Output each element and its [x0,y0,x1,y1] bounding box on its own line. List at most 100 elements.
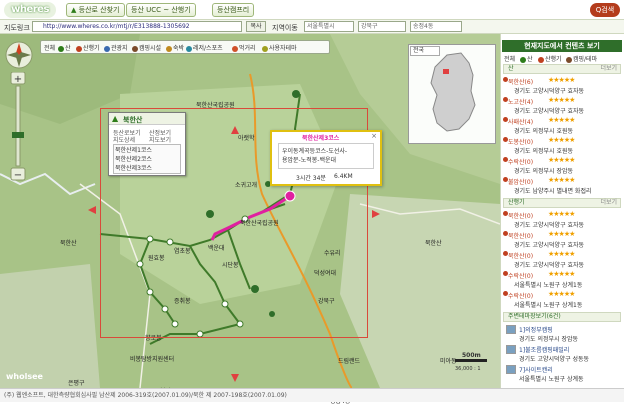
item-name[interactable]: 사패산(4) [508,117,533,126]
sidebar-section-header: 주변테마장보기(6건) [503,312,621,322]
item-location: 경기도 의정부시 장암동 [519,336,579,343]
zoom-slider[interactable]: + − [8,72,28,182]
svg-text:−: − [14,170,22,181]
copy-button[interactable]: 복사 [246,21,266,32]
rating-stars-icon: ★★★★★ [548,116,575,124]
bed-icon [166,45,172,52]
popup-title: 북한산제3코스 [302,135,340,142]
list-item[interactable]: 북한산(0) ★★★★★ 경기도 고양시덕양구 효자동 [503,250,620,270]
korea-overview-map[interactable] [408,44,496,144]
filter-leisure[interactable]: 레저/스포츠 [186,43,223,52]
filter-lodging[interactable]: 숙박 [166,43,184,52]
item-name[interactable]: 수락산(0) [508,157,533,166]
item-location: 경기도 고양시덕양구 효자동 [514,222,585,229]
rating-stars-icon: ★★★★★ [548,250,575,258]
menu-camp[interactable]: 등산캠프리 [212,3,255,17]
list-item[interactable]: 노고산(4) ★★★★★ 경기도 고양시덕양구 효자동 [503,96,620,116]
item-name[interactable]: 북한산(0) [508,211,533,220]
sports-icon [186,45,192,52]
rating-stars-icon: ★★★★★ [548,136,575,144]
food-icon [232,45,238,52]
item-location: 경기도 고양시덕양구 효자동 [514,88,585,95]
list-item[interactable]: 1]불조름캠핑패밀리 경기도 고양시덕양구 성동동 [504,344,620,364]
list-item[interactable]: 북한산(6) ★★★★★ 경기도 고양시덕양구 효자동 [503,76,620,96]
item-location: 서울특별시 노원구 상계1동 [514,302,583,309]
rating-stars-icon: ★★★★★ [548,230,575,238]
tent-icon [566,56,572,63]
filter-camping[interactable]: 캠핑시설 [132,43,161,52]
region-select-1[interactable]: 서울특별시 [304,21,354,32]
korea-map-label: 전국 [410,46,440,56]
item-name[interactable]: 1]불조름캠핑패밀리 [519,345,569,354]
sidebar-section-header: 산 더보기 [503,64,621,74]
filter-user-theme[interactable]: 사용자테마 [262,43,297,52]
link-map-detail[interactable]: 지도상세 [113,135,135,144]
item-name[interactable]: 북한산(6) [508,77,533,86]
rating-stars-icon: ★★★★★ [548,270,575,278]
map-place-label: 드림랜드 [338,358,361,365]
filter-mountain[interactable]: 산 [58,43,71,52]
compass-pan-control[interactable] [4,40,34,70]
item-name[interactable]: 1]의정부캠핑 [519,325,553,334]
scale-ratio: 36,000 : 1 [455,366,481,372]
item-location: 경기도 고양시덕양구 효자동 [514,242,585,249]
item-location: 경기도 고양시덕양구 효자동 [514,108,585,115]
infobox-header [109,113,185,125]
item-name[interactable]: 수락산(0) [508,271,533,280]
list-item[interactable]: 사패산(4) ★★★★★ 경기도 의정부시 호원동 [503,116,620,136]
course-route-line-1: 우이동계곡등코스-도선사- [282,148,348,155]
more-link[interactable]: 더보기 [600,65,617,73]
pin-icon [538,56,544,63]
course-item-3[interactable]: 북한산제3코스 [115,163,152,172]
rating-stars-icon: ★★★★★ [548,76,575,84]
list-item[interactable]: 불암산(0) ★★★★★ 경기도 남양주시 별내면 화접리 [503,176,620,196]
item-name[interactable]: 북한산(0) [508,231,533,240]
course-duration: 3시간 34분 [296,175,326,182]
item-location: 경기도 고양시덕양구 효자동 [514,262,585,269]
filter-food[interactable]: 먹거리 [232,43,256,52]
item-name[interactable]: 도봉산(0) [508,137,533,146]
item-name[interactable]: 불암산(0) [508,177,533,186]
filter-all[interactable]: 전체 [44,43,55,52]
list-item[interactable]: 수락산(0) ★★★★★ 서울특별시 노원구 상계1동 [503,270,620,290]
list-item[interactable]: 북한산(0) ★★★★★ 경기도 고양시덕양구 효자동 [503,210,620,230]
menu-mountain-search[interactable]: ▲ 등산로 산찾기 [66,3,125,17]
more-link[interactable]: 더보기 [600,199,617,207]
mountain-icon: ▲ [112,114,119,123]
rating-stars-icon: ★★★★★ [548,290,575,298]
link-map-view[interactable]: 지도보기 [149,135,171,144]
rating-stars-icon: ★★★★★ [548,176,575,184]
list-item[interactable]: 북한산(0) ★★★★★ 경기도 고양시덕양구 효자동 [503,230,620,250]
sidebar-section-header: 산행기 더보기 [503,198,621,208]
sidebar-tab-camping[interactable]: 캠핑/테마 [566,54,597,63]
search-button[interactable]: Q검색 [590,3,620,17]
list-item[interactable]: 수락산(0) ★★★★★ 서울특별시 노원구 상계1동 [503,290,620,310]
theme-icon [262,45,268,52]
sidebar-tab-mountain[interactable]: 산 [520,54,533,63]
list-item[interactable]: 1]의정부캠핑경기도 의정부시 장암동 [504,324,620,344]
korea-outline [430,52,476,132]
region-select-3[interactable]: 송정4동 [410,21,462,32]
sidebar-tab-hiking-log[interactable]: 산행기 [538,54,562,63]
map-place-label: 북한산 [425,240,442,247]
sidebar-tab-all[interactable]: 전체 [504,54,515,63]
course-item-1[interactable]: 북한산제1코스 [115,145,152,154]
list-item[interactable]: 7]사이트캔리 서울특별시 노원구 상계동 [504,364,620,384]
list-item[interactable]: 수락산(0) ★★★★★ 경기도 의정부시 장암동 [503,156,620,176]
menu-ucc[interactable]: 등산 UCC ~ 산행기 [126,3,196,17]
rating-stars-icon: ★★★★★ [548,156,575,164]
map-link-input[interactable]: http://www.wheres.co.kr/mtj/r/E313888-13… [32,21,242,32]
logo[interactable]: wheres [4,2,56,18]
filter-tourism[interactable]: 관광지 [104,43,128,52]
close-icon[interactable]: × [371,132,377,140]
item-name[interactable]: 북한산(0) [508,251,533,260]
svg-text:+: + [14,74,22,85]
filter-hiking-log[interactable]: 산행기 [76,43,100,52]
tent-icon [132,45,138,52]
item-name[interactable]: 7]사이트캔리 [519,365,553,374]
list-item[interactable]: 도봉산(0) ★★★★★ 경기도 의정부시 호원동 [503,136,620,156]
course-item-2[interactable]: 북한산제2코스 [115,154,152,163]
item-name[interactable]: 노고산(4) [508,97,533,106]
item-name[interactable]: 수락산(0) [508,291,533,300]
region-select-2[interactable]: 강북구 [358,21,406,32]
